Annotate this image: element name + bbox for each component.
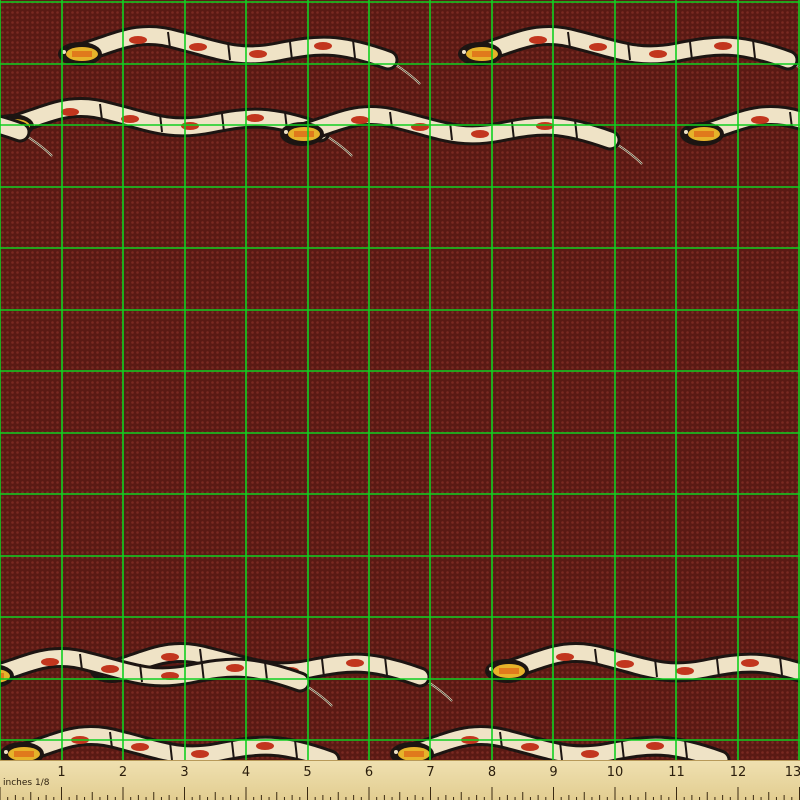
ruler-unit-label: inches 1/8 <box>3 778 50 788</box>
ruler-number: 12 <box>729 765 747 780</box>
fabric-swatch <box>0 0 800 760</box>
ruler-number: 10 <box>606 765 624 780</box>
ruler-number: 4 <box>241 765 251 780</box>
ruler-number: 2 <box>118 765 128 780</box>
ruler-number: 8 <box>487 765 497 780</box>
ruler: inches 1/8 1 2 3 4 5 6 7 8 9 10 11 12 13 <box>0 760 800 800</box>
ruler-number: 11 <box>668 765 685 780</box>
ruler-number: 6 <box>364 765 374 780</box>
ruler-number: 7 <box>426 765 435 780</box>
ruler-number: 3 <box>180 765 189 780</box>
ruler-number: 1 <box>57 765 66 780</box>
ruler-number: 13 <box>784 765 800 780</box>
product-preview: inches 1/8 1 2 3 4 5 6 7 8 9 10 11 12 13 <box>0 0 800 800</box>
ruler-number: 9 <box>549 765 558 780</box>
ruler-number: 5 <box>303 765 312 780</box>
